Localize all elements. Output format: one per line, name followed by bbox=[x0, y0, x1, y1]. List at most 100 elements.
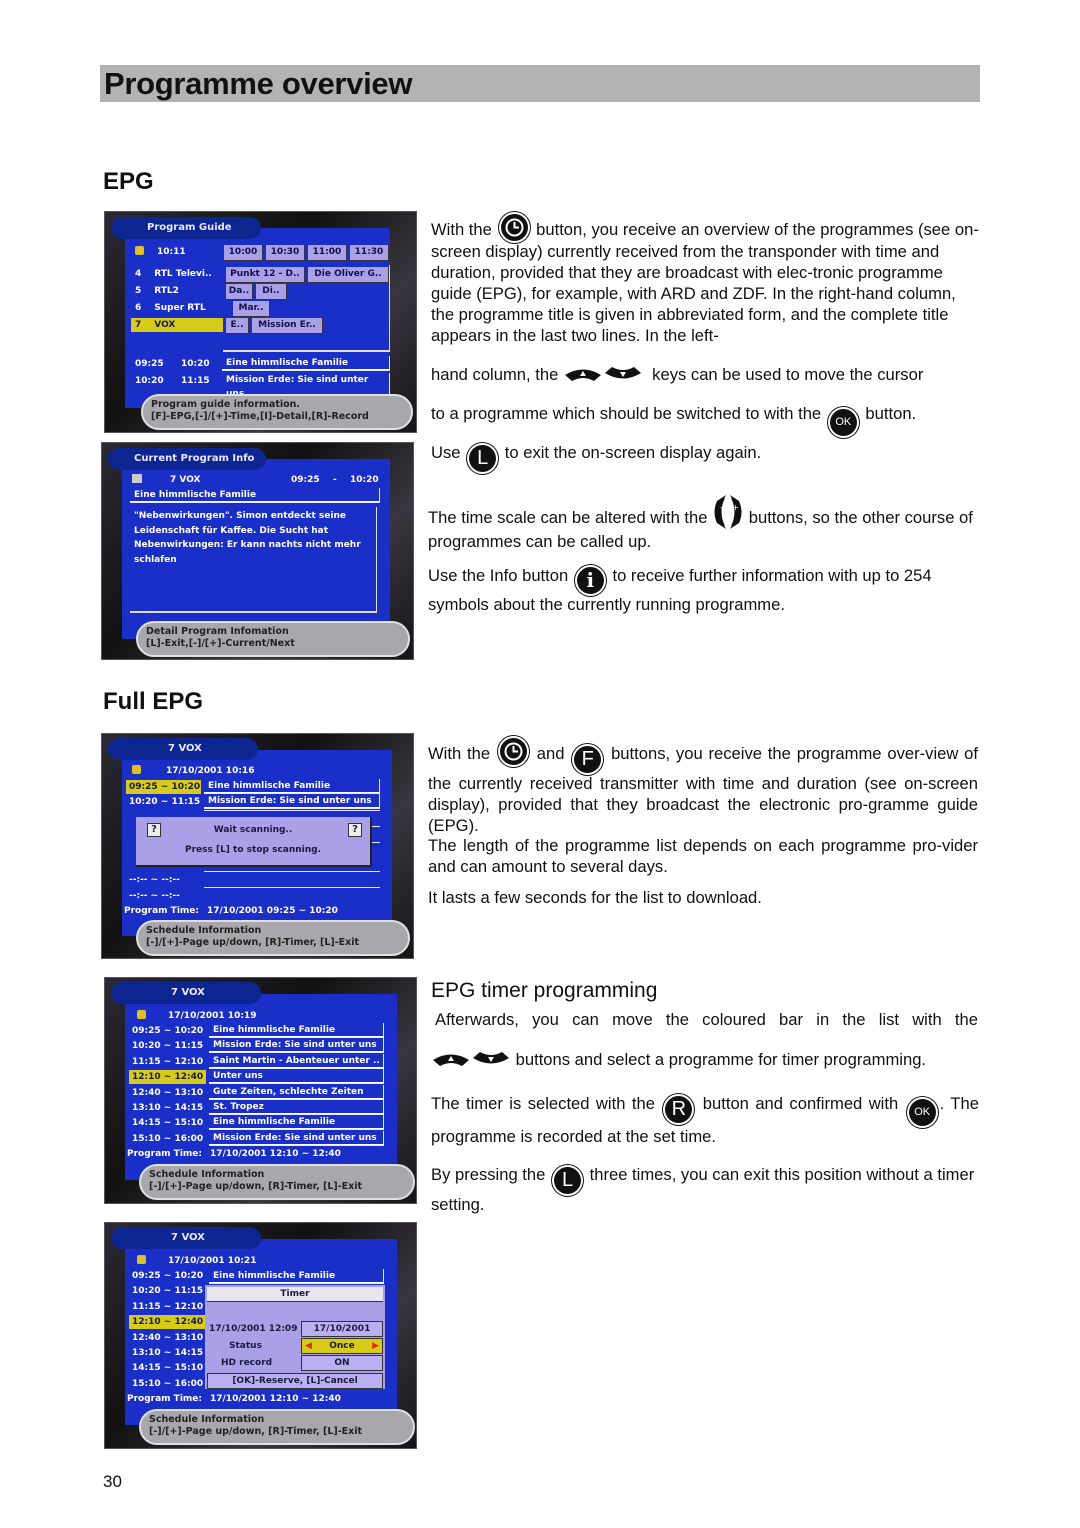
schedule-time[interactable]: 13:10 ~ 14:15 bbox=[132, 1346, 203, 1360]
programme-cell[interactable]: Mission Er.. bbox=[252, 318, 323, 334]
schedule-time[interactable]: 12:40 ~ 13:10 bbox=[132, 1331, 203, 1345]
info-line: Program guide information. bbox=[151, 399, 301, 410]
channel-name: RTL2 bbox=[154, 286, 179, 296]
osd-tab-title: 7 VOX bbox=[111, 982, 261, 1004]
detail-start: 09:25 bbox=[135, 359, 164, 369]
status-select[interactable]: ◀ Once ▶ bbox=[301, 1338, 383, 1354]
program-time-value: 17/10/2001 12:10 ~ 12:40 bbox=[210, 1394, 341, 1404]
ok-button-icon: OK bbox=[908, 1099, 936, 1126]
timer-end-field[interactable]: 17/10/2001 12:45 bbox=[301, 1321, 383, 1348]
start-time: 09:25 bbox=[291, 475, 320, 485]
schedule-title[interactable]: Saint Martin - Abenteuer unter .. bbox=[209, 1053, 384, 1069]
schedule-title[interactable]: St. Tropez bbox=[209, 1100, 384, 1115]
schedule-time[interactable]: 14:15 ~ 15:10 bbox=[132, 1361, 203, 1375]
l-exit-button-icon: L bbox=[554, 1167, 581, 1194]
schedule-time[interactable]: --:-- ~ --:-- bbox=[129, 873, 180, 887]
info-line: [F]-EPG,[-]/[+]-Time,[I]-Detail,[R]-Reco… bbox=[151, 411, 369, 422]
channel-name: 7 VOX bbox=[170, 475, 201, 485]
schedule-time-selected[interactable]: 12:10 ~ 12:40 bbox=[129, 1315, 206, 1330]
schedule-time[interactable]: 12:40 ~ 13:10 bbox=[132, 1086, 203, 1100]
schedule-time-selected[interactable]: 12:10 ~ 12:40 bbox=[129, 1070, 206, 1085]
detail-end: 11:15 bbox=[181, 376, 210, 386]
schedule-time[interactable]: 11:15 ~ 12:10 bbox=[132, 1055, 203, 1069]
programme-cell[interactable]: Mar.. bbox=[233, 301, 270, 317]
left-arrow-icon[interactable]: ◀ bbox=[305, 1339, 312, 1353]
osd-tab-title: Current Program Info bbox=[108, 448, 266, 470]
alarm-clock-icon bbox=[137, 1010, 146, 1024]
schedule-title[interactable]: Mission Erde: Sie sind unter uns bbox=[209, 1038, 384, 1054]
schedule-time[interactable]: 14:15 ~ 15:10 bbox=[132, 1116, 203, 1130]
current-datetime: 17/10/2001 10:16 bbox=[166, 766, 255, 776]
scanning-dialog: ? ? Wait scanning.. Press [L] to stop sc… bbox=[136, 817, 372, 867]
hd-record-toggle[interactable]: ON bbox=[301, 1355, 383, 1371]
info-bar: Schedule Information [-]/[+]-Page up/dow… bbox=[136, 920, 410, 956]
screenshot-timer-dialog: 7 VOX 17/10/2001 10:21 09:25 ~ 10:20 10:2… bbox=[104, 1222, 417, 1449]
schedule-time[interactable]: 15:10 ~ 16:00 bbox=[132, 1132, 203, 1146]
info-button-icon: i bbox=[576, 567, 604, 594]
schedule-time[interactable]: 15:10 ~ 16:00 bbox=[132, 1377, 203, 1391]
epg-paragraph-1: With the button, you receive an overview… bbox=[431, 214, 979, 346]
alarm-clock-icon bbox=[137, 1255, 146, 1269]
schedule-time[interactable]: 10:20 ~ 11:15 bbox=[132, 1039, 203, 1053]
right-arrow-icon[interactable]: ▶ bbox=[372, 1339, 379, 1353]
osd-tab-title: Program Guide bbox=[111, 217, 261, 239]
schedule-time[interactable]: 09:25 ~ 10:20 bbox=[132, 1269, 203, 1283]
timer-paragraph-1: Afterwards, you can move the coloured ba… bbox=[435, 1010, 978, 1029]
page-title-bar: Programme overview bbox=[100, 65, 980, 102]
channel-row[interactable]: 5 RTL2 bbox=[135, 284, 179, 298]
programme-cell[interactable]: Die Oliver G.. bbox=[308, 267, 389, 283]
schedule-time-selected[interactable]: 09:25 ~ 10:20 bbox=[126, 780, 201, 794]
schedule-time[interactable]: --:-- ~ --:-- bbox=[129, 889, 180, 903]
schedule-time[interactable]: 10:20 ~ 11:15 bbox=[132, 1284, 203, 1298]
full-epg-paragraph-2: The length of the programme list depends… bbox=[428, 836, 978, 876]
schedule-title[interactable] bbox=[204, 887, 380, 888]
programme-cell[interactable]: Da.. bbox=[226, 284, 253, 300]
programme-cell[interactable]: Punkt 12 - D.. bbox=[226, 267, 305, 283]
text: The timer is selected with the bbox=[431, 1094, 655, 1113]
timer-start: 17/10/2001 12:09 - bbox=[209, 1324, 305, 1334]
programme-cell[interactable] bbox=[272, 301, 282, 302]
hd-record-label: HD record bbox=[221, 1358, 273, 1368]
schedule-time[interactable]: 11:15 ~ 12:10 bbox=[132, 1300, 203, 1314]
channel-row-selected[interactable]: 7 VOX bbox=[131, 318, 223, 332]
text: to a programme which should be switched … bbox=[431, 404, 822, 423]
time-slot: 10:30 bbox=[266, 245, 305, 261]
schedule-title[interactable]: Mission Erde: Sie sind unter uns bbox=[204, 794, 380, 809]
osd-tab-title: 7 VOX bbox=[111, 1227, 261, 1249]
full-epg-paragraph-3: It lasts a few seconds for the list to d… bbox=[428, 888, 762, 907]
section-heading-timer: EPG timer programming bbox=[431, 979, 658, 1002]
schedule-title[interactable]: Eine himmlische Familie bbox=[204, 779, 380, 794]
schedule-title[interactable]: Gute Zeiten, schlechte Zeiten bbox=[209, 1084, 384, 1100]
schedule-title[interactable]: Eine himmlische Familie bbox=[209, 1269, 384, 1284]
channel-row[interactable]: 4 RTL Televi.. bbox=[135, 267, 212, 281]
timer-dialog: Timer 17/10/2001 12:09 - 17/10/2001 12:4… bbox=[205, 1285, 385, 1389]
channel-row[interactable]: 6 Super RTL bbox=[135, 301, 206, 315]
program-time-value: 17/10/2001 09:25 ~ 10:20 bbox=[207, 906, 338, 916]
schedule-title[interactable] bbox=[204, 871, 380, 872]
down-arrow-key-icon bbox=[473, 1052, 509, 1064]
status-label: Status bbox=[229, 1341, 262, 1351]
screenshot-full-epg-list: 7 VOX 09:25 ~ 10:20 Eine himmlische Famil… bbox=[104, 977, 417, 1204]
programme-title: Eine himmlische Familie bbox=[130, 488, 380, 503]
programme-cell[interactable]: Di.. bbox=[256, 284, 287, 300]
info-bar: Program guide information. [F]-EPG,[-]/[… bbox=[141, 394, 413, 430]
schedule-title[interactable]: Unter uns bbox=[209, 1069, 384, 1085]
epg-paragraph-6: Use the Info button i to receive further… bbox=[428, 565, 980, 615]
program-time-label: Program Time: bbox=[127, 1149, 202, 1159]
info-bar: Detail Program Infomation [L]-Exit,[-]/[… bbox=[136, 621, 410, 657]
schedule-title[interactable]: Mission Erde: Sie sind unter uns bbox=[209, 1130, 384, 1146]
text: hand column, the bbox=[431, 365, 559, 384]
info-bar: Schedule Information [-]/[+]-Page up/dow… bbox=[139, 1164, 415, 1200]
schedule-time[interactable]: 09:25 ~ 10:20 bbox=[132, 1024, 203, 1038]
schedule-time[interactable]: 10:20 ~ 11:15 bbox=[129, 795, 200, 809]
page-title: Programme overview bbox=[104, 66, 413, 101]
programme-cell[interactable]: E.. bbox=[226, 318, 249, 334]
channel-number: 6 bbox=[135, 303, 142, 313]
epg-paragraph-2: hand column, the keys can be used to mov… bbox=[431, 364, 979, 385]
schedule-title[interactable]: Eine himmlische Familie bbox=[209, 1115, 384, 1131]
schedule-time[interactable]: 13:10 ~ 14:15 bbox=[132, 1101, 203, 1115]
schedule-title[interactable]: Eine himmlische Familie bbox=[209, 1023, 384, 1038]
current-time: 10:11 bbox=[157, 247, 186, 257]
detail-title: Eine himmlische Familie bbox=[222, 356, 390, 371]
epg-clock-button-icon bbox=[500, 214, 528, 241]
